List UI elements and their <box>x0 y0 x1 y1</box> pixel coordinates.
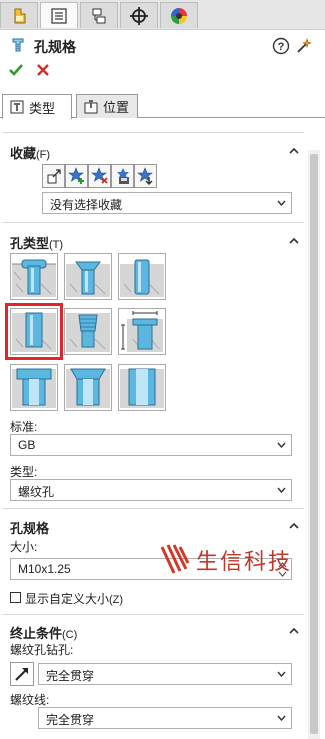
thread-label: 螺纹线: <box>10 693 50 707</box>
chevron-up-icon[interactable] <box>288 625 300 637</box>
tab-feature-manager[interactable] <box>0 2 38 28</box>
tab-position[interactable]: 位置 <box>76 94 138 118</box>
thread-select-value: 完全贯穿 <box>46 713 95 727</box>
end-condition-title: 终止条件(C) <box>10 626 78 641</box>
favorites-title: 收藏(F) <box>10 146 51 161</box>
tab-position-label: 位置 <box>103 100 130 115</box>
tab-configuration-manager[interactable] <box>80 2 118 28</box>
standard-select[interactable]: GB <box>10 434 292 456</box>
favorites-toolbar <box>42 164 157 188</box>
hole-type-legacy[interactable] <box>118 308 166 355</box>
chevron-down-icon <box>277 671 286 677</box>
hole-spec-title: 孔规格 <box>10 521 50 536</box>
size-select-value: M10x1.25 <box>18 562 71 576</box>
hole-type-icon <box>10 100 24 114</box>
load-favorite-icon <box>136 167 153 185</box>
custom-size-checkbox[interactable] <box>10 592 21 603</box>
straight-tap-icon <box>12 312 56 352</box>
delete-favorite-icon <box>90 167 108 184</box>
tab-type[interactable]: 类型 <box>2 94 72 119</box>
tab-display-manager[interactable] <box>160 2 198 28</box>
save-favorite-icon <box>116 168 129 184</box>
hole-type-tapered-tap[interactable] <box>64 308 112 355</box>
tap-drill-select[interactable]: 完全贯穿 <box>38 663 292 685</box>
hole-type-hole[interactable] <box>118 253 166 300</box>
chevron-down-icon <box>277 442 286 448</box>
hole-type-title: 孔类型(T) <box>10 236 64 251</box>
slot-icon <box>120 368 164 408</box>
scrollbar-thumb[interactable] <box>310 154 318 734</box>
crosshair-icon <box>130 6 148 25</box>
svg-text:?: ? <box>278 41 285 53</box>
apply-favorite-icon <box>47 169 61 184</box>
counterbore-slot-icon <box>12 368 56 408</box>
ok-button[interactable] <box>8 62 24 78</box>
custom-size-label: 显示自定义大小(Z) <box>25 592 124 606</box>
top-tab-strip <box>0 0 325 30</box>
hole-type-countersink-slot[interactable] <box>64 364 112 411</box>
tab-property-manager[interactable] <box>40 2 78 28</box>
type-select-value: 螺纹孔 <box>18 485 55 499</box>
feature-tree-icon <box>14 8 26 23</box>
hole-type-counterbore[interactable] <box>10 253 58 300</box>
tap-drill-select-value: 完全贯穿 <box>46 669 95 683</box>
favorites-select[interactable]: 没有选择收藏 <box>42 192 292 214</box>
watermark-text: 生信科技 <box>196 550 293 575</box>
countersink-icon <box>66 261 110 297</box>
chevron-up-icon[interactable] <box>288 145 300 157</box>
tab-type-label: 类型 <box>29 100 56 116</box>
hole-wizard-icon <box>12 38 24 52</box>
detailed-preview-icon[interactable] <box>295 37 313 55</box>
size-label: 大小: <box>10 540 38 554</box>
chevron-down-icon <box>277 487 286 493</box>
property-header: 孔规格 ? <box>0 30 325 60</box>
reverse-direction-icon <box>15 668 28 681</box>
tab-dimxpert-manager[interactable] <box>120 2 158 28</box>
chevron-down-icon <box>277 200 286 206</box>
add-favorite-button[interactable] <box>65 164 88 188</box>
help-icon[interactable]: ? <box>272 37 290 55</box>
counterbore-icon <box>12 259 56 297</box>
color-wheel-icon <box>171 7 187 24</box>
hole-type-counterbore-slot[interactable] <box>10 364 58 411</box>
tapered-tap-icon <box>66 313 110 352</box>
property-subtabs: 类型 位置 <box>0 94 325 119</box>
simple-hole-icon <box>120 259 164 297</box>
position-icon <box>84 99 98 113</box>
legacy-hole-icon <box>121 311 163 352</box>
standard-label: 标准: <box>10 420 38 434</box>
type-label: 类型: <box>10 465 38 479</box>
configuration-icon <box>92 8 106 23</box>
hole-type-countersink[interactable] <box>64 253 112 300</box>
countersink-slot-icon <box>66 368 110 408</box>
thread-select[interactable]: 完全贯穿 <box>38 707 292 729</box>
delete-favorite-button[interactable] <box>88 164 111 188</box>
reverse-direction-button[interactable] <box>10 662 34 686</box>
apply-favorite-button[interactable] <box>42 164 65 188</box>
page-title: 孔规格 <box>34 39 76 55</box>
add-favorite-icon <box>67 167 84 184</box>
save-favorite-button[interactable] <box>111 164 134 188</box>
chevron-down-icon <box>277 715 286 721</box>
property-manager-icon <box>51 7 67 24</box>
type-select[interactable]: 螺纹孔 <box>10 479 292 501</box>
favorites-select-value: 没有选择收藏 <box>50 198 123 212</box>
standard-select-value: GB <box>18 438 36 452</box>
load-favorite-button[interactable] <box>134 164 157 188</box>
watermark-logo: 生信科技 <box>160 540 325 580</box>
tap-drill-label: 螺纹孔钻孔: <box>10 643 74 657</box>
hole-type-slot[interactable] <box>118 364 166 411</box>
chevron-up-icon[interactable] <box>288 235 300 247</box>
cancel-button[interactable] <box>36 63 50 77</box>
vertical-scrollbar[interactable] <box>308 150 320 739</box>
hole-type-straight-tap[interactable] <box>5 303 63 360</box>
watermark-stripes-icon <box>160 544 190 574</box>
chevron-up-icon[interactable] <box>288 520 300 532</box>
